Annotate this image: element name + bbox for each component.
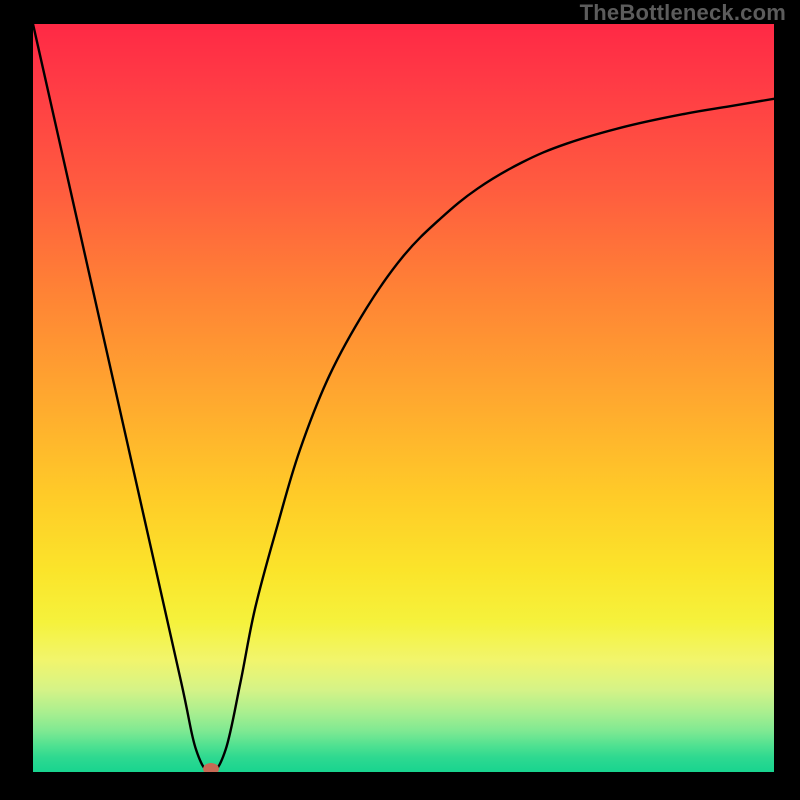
watermark-text: TheBottleneck.com bbox=[580, 0, 786, 26]
curve-svg bbox=[33, 24, 774, 772]
plot-area bbox=[33, 24, 774, 772]
chart-frame: TheBottleneck.com bbox=[0, 0, 800, 800]
optimal-point-marker bbox=[203, 763, 219, 772]
bottleneck-curve-path bbox=[33, 24, 774, 772]
